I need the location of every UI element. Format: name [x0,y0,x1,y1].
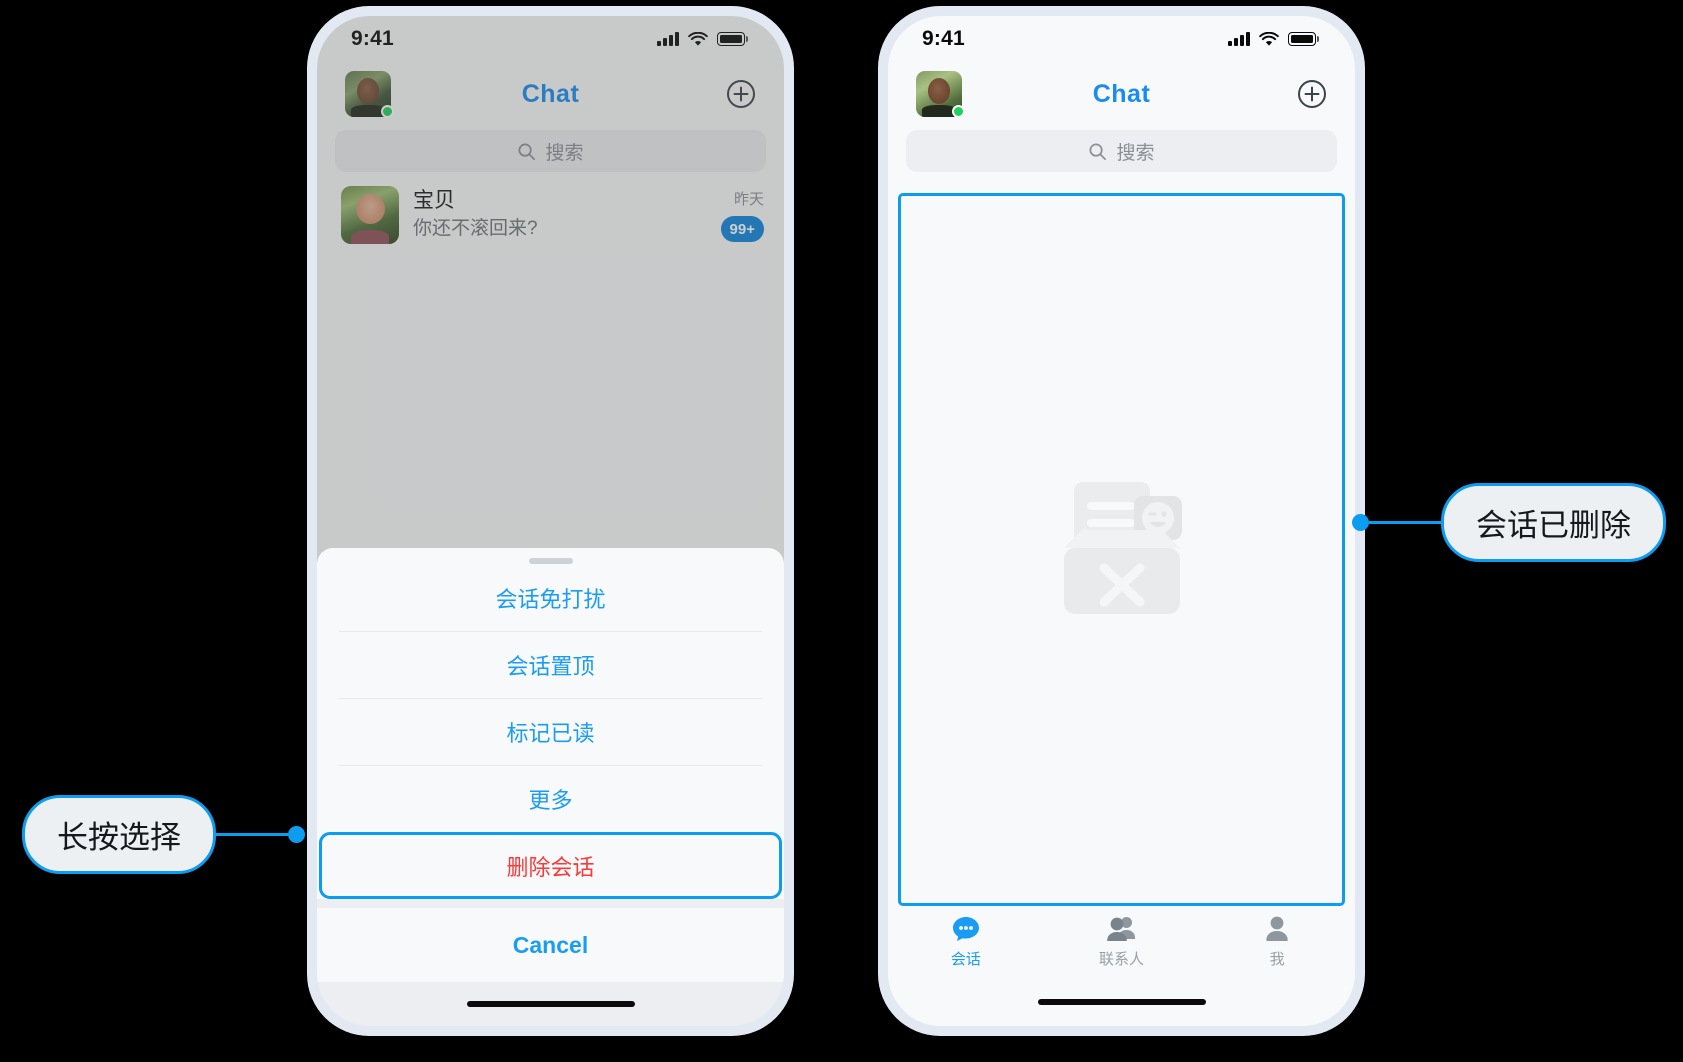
tab-label: 我 [1269,951,1285,968]
tab-contacts[interactable]: 联系人 [1044,906,1200,978]
wifi-icon [1259,31,1279,46]
callout-label: 长按选择 [22,795,216,874]
status-bar-left: 9:41 [317,16,784,62]
phone-left: 9:41 Chat 搜索 宝贝 你还不滚回来? 昨天 99+ 会话免打扰 会话置… [307,6,794,1036]
home-indicator[interactable] [1037,999,1206,1005]
empty-inbox-illustration [1063,481,1182,614]
callout-connector [216,833,288,836]
callout-deleted: 会话已删除 [1352,483,1666,562]
search-input[interactable]: 搜索 [335,130,766,172]
person-icon [1266,916,1288,941]
contacts-icon [1106,917,1135,941]
tab-conversations[interactable]: 会话 [888,906,1044,978]
chat-list: 宝贝 你还不滚回来? 昨天 99+ [317,172,784,256]
row-meta: 昨天 99+ [720,188,764,242]
phone-right: 9:41 Chat 搜索 会话 联系人 我 [878,6,1365,1036]
status-icons [657,31,748,47]
menu-item-mark-read[interactable]: 标记已读 [317,698,784,765]
page-title: Chat [521,79,580,108]
status-icons [1228,31,1319,47]
callout-knob [1352,514,1369,531]
action-sheet: 会话免打扰 会话置顶 标记已读 更多 删除会话 Cancel [317,548,784,1026]
search-icon [1090,143,1107,160]
menu-item-delete-conversation[interactable]: 删除会话 [319,832,782,899]
screen-left: 9:41 Chat 搜索 宝贝 你还不滚回来? 昨天 99+ 会话免打扰 会话置… [317,16,784,1026]
tab-bar: 会话 联系人 我 [888,906,1355,978]
signal-bars-icon [1228,32,1250,46]
contact-avatar [341,186,399,244]
nav-header-left: Chat [317,62,784,126]
search-icon [519,143,536,160]
message-preview: 你还不滚回来? [413,217,538,239]
menu-item-mute[interactable]: 会话免打扰 [317,564,784,631]
sheet-divider [317,899,784,908]
callout-connector [1369,521,1441,524]
page-title: Chat [1092,79,1151,108]
signal-bars-icon [657,32,679,46]
search-placeholder: 搜索 [545,142,584,164]
cancel-button[interactable]: Cancel [317,908,784,982]
status-time: 9:41 [351,27,394,50]
empty-conversation-list [898,193,1345,906]
row-text: 宝贝 你还不滚回来? [413,187,707,244]
home-indicator-area-right [888,978,1355,1026]
battery-icon [717,32,748,46]
timestamp: 昨天 [733,191,764,208]
table-row[interactable]: 宝贝 你还不滚回来? 昨天 99+ [317,176,784,256]
callout-label: 会话已删除 [1441,483,1666,562]
callout-long-press: 长按选择 [22,795,305,874]
home-indicator-area-left [317,982,784,1026]
wifi-icon [688,31,708,46]
screenshot-stage: 9:41 Chat 搜索 宝贝 你还不滚回来? 昨天 99+ 会话免打扰 会话置… [0,0,1683,1062]
chat-bubble-icon [952,917,979,941]
unread-badge: 99+ [720,216,764,242]
battery-icon [1288,32,1319,46]
home-indicator[interactable] [466,1001,635,1007]
menu-item-pin[interactable]: 会话置顶 [317,631,784,698]
status-time: 9:41 [922,27,965,50]
tab-me[interactable]: 我 [1199,906,1355,978]
tab-label: 会话 [950,951,981,968]
contact-name: 宝贝 [413,188,455,212]
status-bar-right: 9:41 [888,16,1355,62]
screen-right: 9:41 Chat 搜索 会话 联系人 我 [888,16,1355,1026]
callout-knob [288,826,305,843]
search-placeholder: 搜索 [1116,142,1155,164]
tab-label: 联系人 [1099,951,1145,968]
menu-item-more[interactable]: 更多 [317,765,784,832]
nav-header-right: Chat [888,62,1355,126]
search-input[interactable]: 搜索 [906,130,1337,172]
